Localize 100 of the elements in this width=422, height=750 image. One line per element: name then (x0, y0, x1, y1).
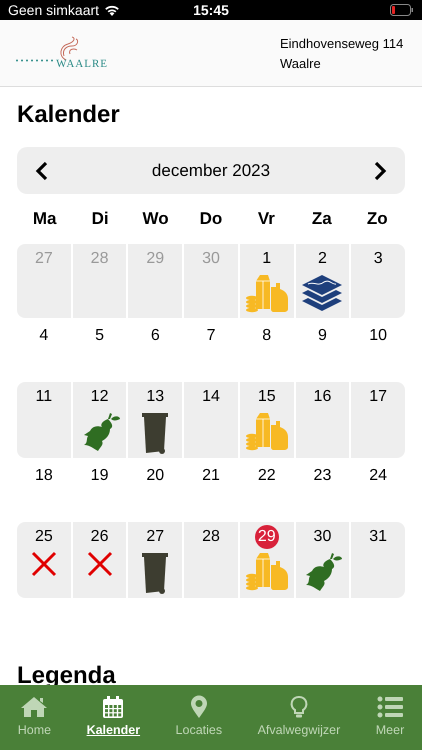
day-cell[interactable]: 28 (184, 522, 238, 598)
next-month-chevron-icon[interactable] (372, 160, 387, 180)
weekday-label: Za (310, 209, 333, 229)
weekday-label: Wo (141, 209, 170, 229)
day-number: 17 (368, 387, 388, 407)
page-title: Kalender (17, 101, 121, 129)
location-pin-icon (190, 695, 208, 719)
weekday-label: Do (198, 209, 224, 229)
day-number: 12 (90, 387, 110, 407)
day-cell[interactable]: 17 (351, 382, 406, 458)
cross-icon (86, 551, 113, 577)
day-cell[interactable]: 26 (72, 522, 126, 598)
day-number: 29 (145, 249, 166, 269)
day-cell[interactable]: 20 (128, 461, 182, 519)
day-number: 19 (90, 466, 110, 486)
day-cell[interactable]: 4 (17, 321, 71, 379)
day-number: 4 (38, 326, 50, 346)
weekday-label: Zo (366, 209, 389, 229)
day-number: 31 (368, 527, 388, 547)
wheelie-bin-icon (140, 411, 170, 455)
day-number: 21 (201, 466, 221, 486)
day-number: 3 (372, 249, 384, 269)
day-number: 26 (90, 527, 110, 547)
day-cell[interactable]: 22 (240, 461, 294, 519)
day-number: 30 (201, 249, 221, 269)
day-cell[interactable]: 14 (184, 382, 238, 458)
day-cell[interactable]: 29 (240, 522, 294, 598)
logo-text: WAALRE (56, 58, 108, 70)
day-number: 7 (206, 326, 216, 346)
day-number: 2 (317, 249, 328, 269)
lightbulb-icon (290, 695, 308, 719)
day-number: 20 (145, 466, 166, 486)
day-number: 27 (145, 527, 166, 547)
day-cell[interactable]: 16 (296, 382, 350, 458)
day-number: 25 (34, 527, 54, 547)
list-icon (376, 695, 403, 719)
address-line: Eindhovenseweg 114 (280, 36, 404, 50)
day-cell[interactable]: 30 (296, 522, 350, 598)
day-cell[interactable]: 25 (17, 522, 71, 598)
day-number: 22 (256, 466, 277, 486)
day-cell[interactable]: 21 (184, 461, 238, 519)
day-cell[interactable]: 5 (72, 321, 126, 379)
day-cell[interactable]: 9 (296, 321, 350, 379)
day-number: 23 (312, 466, 332, 486)
battery-icon (390, 4, 414, 16)
day-cell[interactable]: 24 (351, 461, 406, 519)
day-number: 27 (34, 249, 54, 269)
packaging-waste-icon (244, 551, 290, 593)
day-number: 24 (368, 466, 388, 486)
address-line: Waalre (280, 56, 322, 70)
day-number: 28 (201, 527, 221, 547)
day-cell[interactable]: 18 (17, 461, 71, 519)
wifi-icon (104, 4, 120, 16)
carrier-label: Geen simkaart (8, 2, 100, 18)
day-number: 14 (201, 387, 221, 407)
calendar-icon (102, 695, 124, 719)
packaging-waste-icon (244, 411, 290, 453)
day-cell[interactable]: 3 (351, 244, 406, 318)
day-cell[interactable]: 23 (296, 461, 350, 519)
day-cell[interactable]: 12 (72, 382, 126, 458)
wheelie-bin-icon (140, 551, 170, 595)
tab[interactable]: Kalender (84, 695, 142, 737)
weekday-label: Di (90, 209, 110, 229)
clock-time: 15:45 (193, 2, 229, 18)
day-number: 9 (317, 326, 328, 346)
today-day-number: 29 (254, 525, 279, 549)
day-cell[interactable]: 10 (351, 321, 406, 379)
day-number: 16 (312, 387, 332, 407)
day-cell[interactable]: 8 (240, 321, 294, 379)
packaging-waste-icon (244, 273, 290, 315)
weekday-label: Vr (256, 209, 276, 229)
day-cell[interactable]: 13 (128, 382, 182, 458)
dotted-line-icon (15, 58, 56, 62)
day-number: 13 (145, 387, 166, 407)
day-number: 11 (34, 387, 54, 407)
weekday-label: Ma (32, 209, 58, 229)
day-cell[interactable]: 27 (128, 522, 182, 598)
day-cell[interactable]: 19 (72, 461, 126, 519)
day-number: 6 (150, 326, 161, 346)
month-label: december 2023 (152, 160, 270, 180)
day-number: 30 (312, 527, 332, 547)
day-cell[interactable]: 1 (240, 244, 294, 318)
day-cell[interactable]: 11 (17, 382, 71, 458)
day-cell[interactable]: 2 (296, 244, 350, 318)
previous-month-chevron-icon[interactable] (35, 160, 49, 180)
day-cell[interactable]: 31 (351, 522, 406, 598)
day-number: 15 (256, 387, 277, 407)
day-number: 28 (90, 249, 110, 269)
cross-icon (30, 551, 57, 577)
day-number: 1 (261, 249, 272, 269)
day-cell[interactable]: 15 (240, 382, 294, 458)
day-number: 8 (261, 326, 272, 346)
day-number: 10 (368, 326, 388, 346)
day-cell[interactable]: 6 (128, 321, 182, 379)
section-heading: Legenda (17, 662, 117, 690)
day-cell[interactable]: 7 (184, 321, 238, 379)
day-number: 18 (34, 466, 54, 486)
day-number: 5 (94, 326, 106, 346)
home-icon (20, 695, 48, 719)
paper-stack-icon (300, 273, 344, 313)
